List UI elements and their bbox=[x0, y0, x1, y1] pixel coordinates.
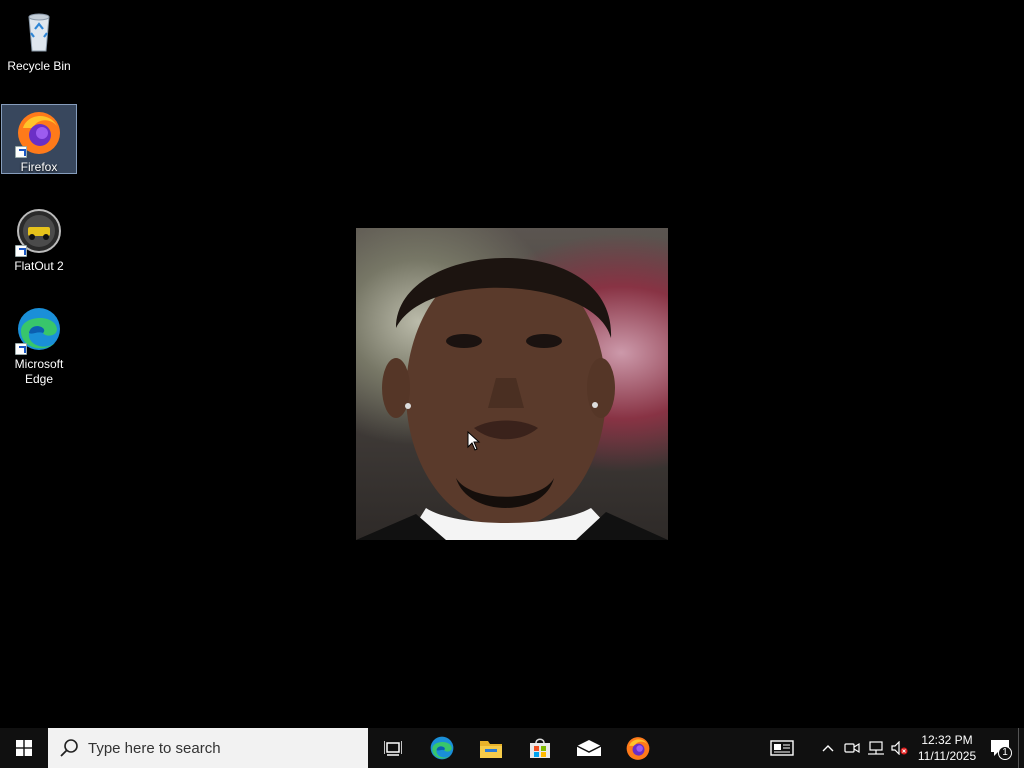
desktop-icon-label: Microsoft Edge bbox=[14, 357, 64, 386]
search-icon bbox=[60, 739, 78, 757]
desktop-icon-label: FlatOut 2 bbox=[14, 259, 64, 273]
show-hidden-icons-button[interactable] bbox=[816, 728, 840, 768]
news-icon bbox=[770, 740, 794, 756]
start-button[interactable] bbox=[0, 728, 48, 768]
taskbar-app-file-explorer[interactable] bbox=[466, 728, 515, 768]
system-tray: 12:32 PM 11/11/2025 1 bbox=[758, 728, 1024, 768]
action-center-button[interactable]: 1 bbox=[982, 728, 1018, 768]
desktop-icon-label: Recycle Bin bbox=[7, 59, 71, 73]
desktop-icon-label: Firefox bbox=[20, 160, 58, 174]
recycle-bin-icon bbox=[15, 7, 63, 55]
flatout2-icon bbox=[15, 207, 63, 257]
store-icon bbox=[529, 738, 550, 758]
firefox-icon bbox=[15, 108, 63, 158]
windows-start-icon bbox=[16, 740, 32, 756]
desktop-icon-flatout2[interactable]: FlatOut 2 bbox=[1, 204, 77, 274]
shortcut-arrow-icon bbox=[15, 245, 27, 257]
news-widget-button[interactable] bbox=[758, 728, 806, 768]
volume-muted-icon bbox=[891, 741, 908, 755]
shortcut-arrow-icon bbox=[15, 146, 27, 158]
meet-now-button[interactable] bbox=[840, 728, 864, 768]
chevron-up-icon bbox=[822, 745, 834, 752]
mouse-cursor-icon bbox=[467, 430, 481, 451]
task-view-icon bbox=[383, 741, 402, 756]
desktop-icon-firefox[interactable]: Firefox bbox=[1, 104, 77, 174]
edge-icon bbox=[15, 305, 63, 355]
shortcut-arrow-icon bbox=[15, 343, 27, 355]
search-placeholder: Type here to search bbox=[88, 739, 221, 757]
desktop-icon-recycle-bin[interactable]: Recycle Bin bbox=[1, 4, 77, 74]
task-view-button[interactable] bbox=[368, 728, 417, 768]
taskbar: Type here to search 12:32 PM 11/11/2025 … bbox=[0, 728, 1024, 768]
network-icon bbox=[868, 741, 884, 755]
network-button[interactable] bbox=[864, 728, 888, 768]
taskbar-app-mail[interactable] bbox=[564, 728, 613, 768]
volume-button[interactable] bbox=[888, 728, 912, 768]
clock-time: 12:32 PM bbox=[921, 733, 973, 747]
taskbar-app-edge[interactable] bbox=[417, 728, 466, 768]
file-explorer-icon bbox=[479, 741, 502, 758]
desktop-icon-microsoft-edge[interactable]: Microsoft Edge bbox=[1, 302, 77, 387]
camera-icon bbox=[844, 742, 860, 754]
taskbar-app-store[interactable] bbox=[515, 728, 564, 768]
mail-icon bbox=[576, 740, 601, 756]
taskbar-app-firefox[interactable] bbox=[613, 728, 662, 768]
edge-icon bbox=[430, 736, 453, 760]
portrait-photo bbox=[356, 228, 668, 540]
clock-date: 11/11/2025 bbox=[917, 749, 977, 763]
notification-badge: 1 bbox=[998, 746, 1012, 760]
clock[interactable]: 12:32 PM 11/11/2025 bbox=[912, 728, 982, 768]
firefox-icon bbox=[626, 737, 649, 760]
show-desktop-button[interactable] bbox=[1018, 728, 1024, 768]
search-input[interactable]: Type here to search bbox=[48, 728, 368, 768]
